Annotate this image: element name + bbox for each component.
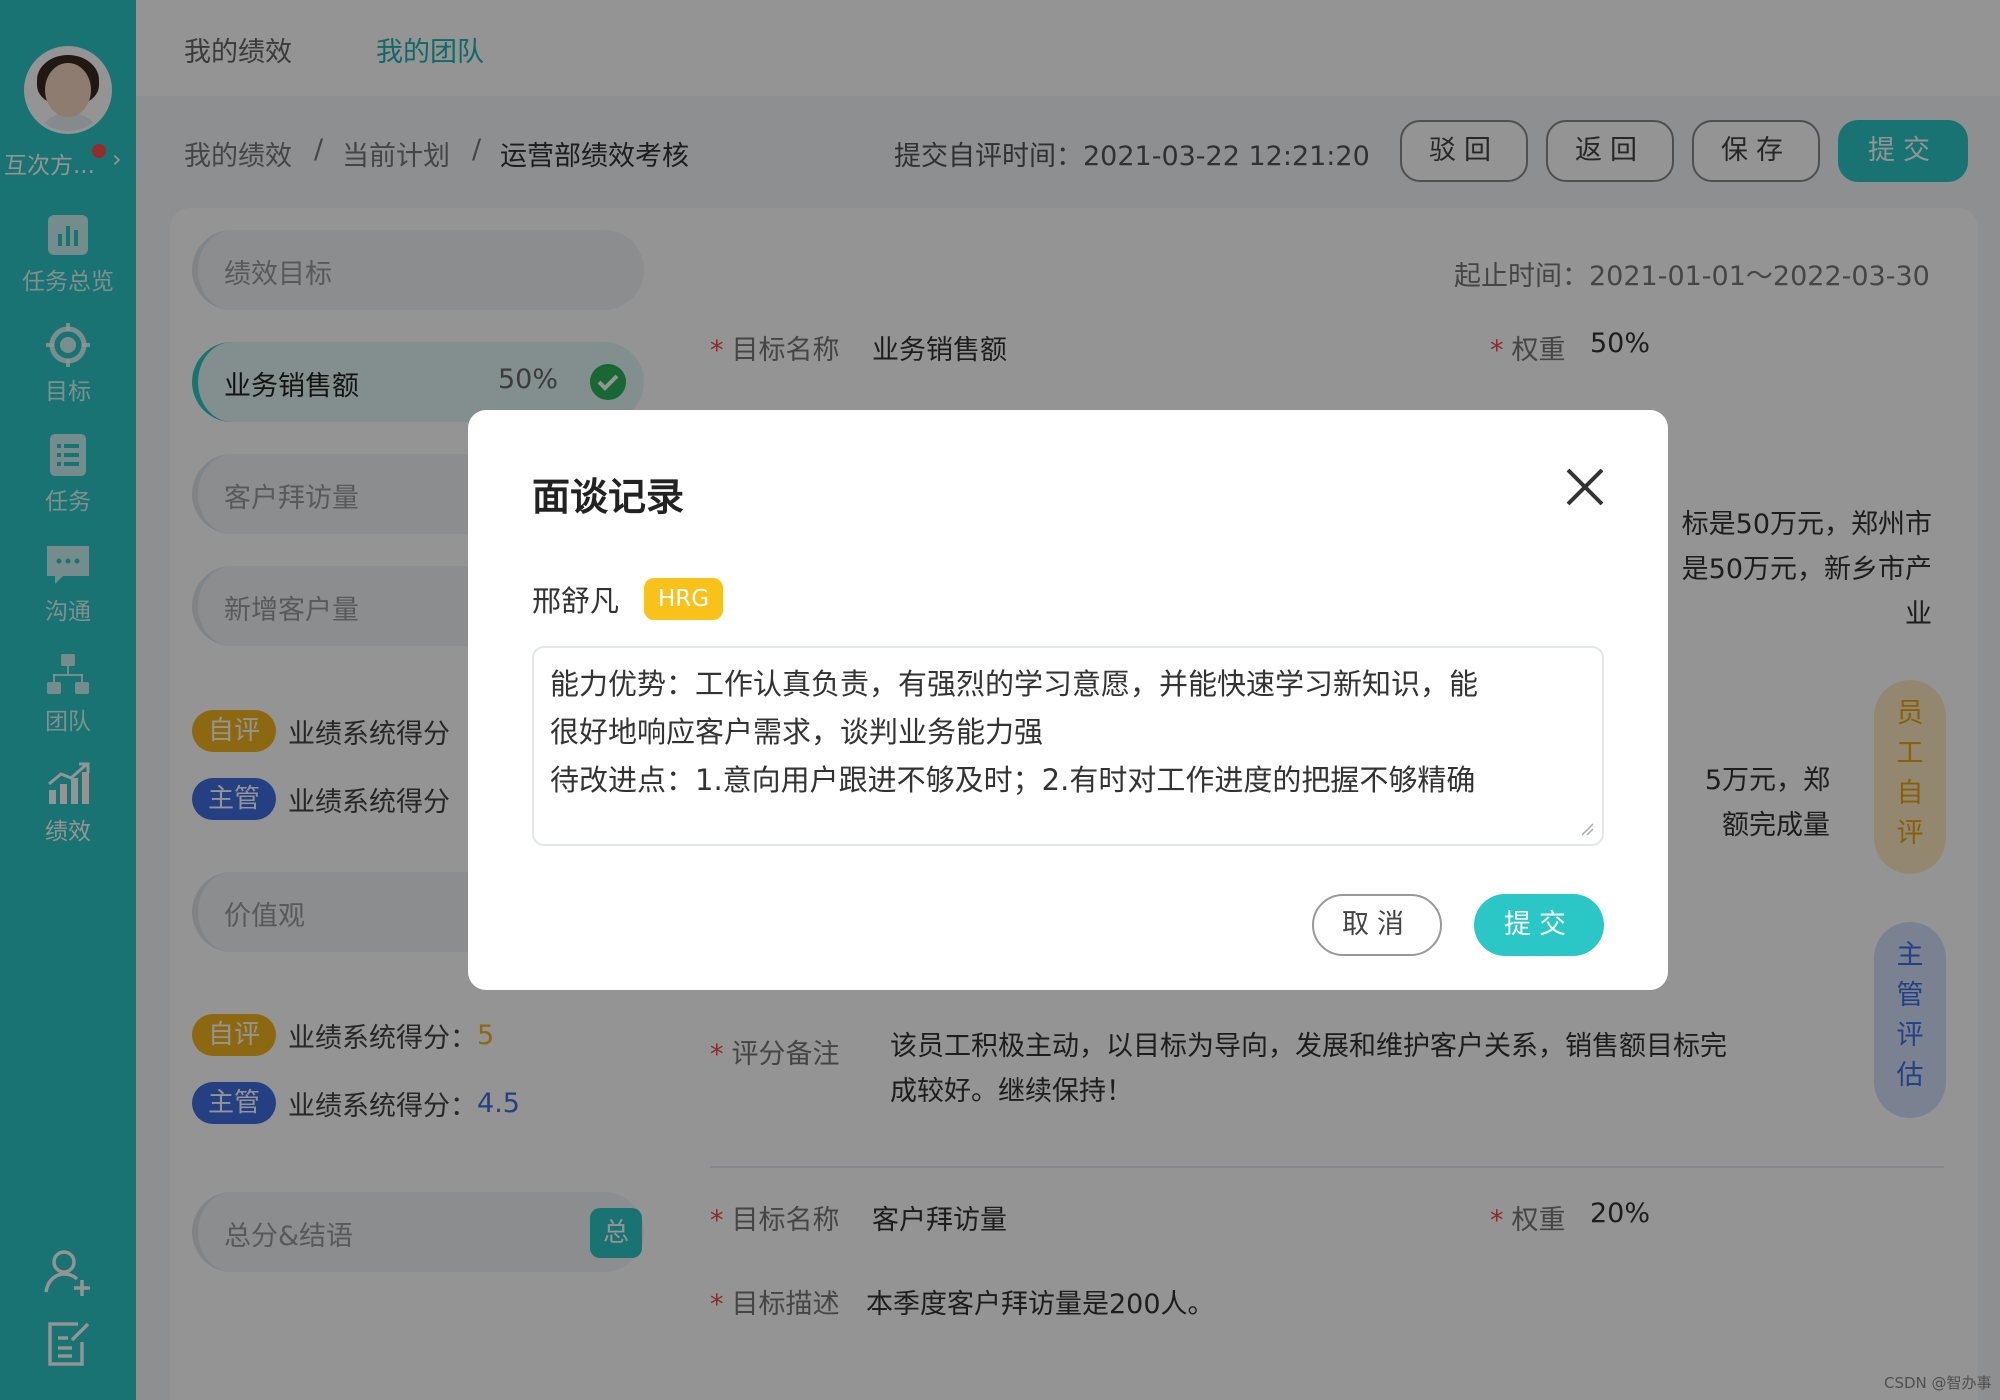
role-badge: HRG	[644, 578, 724, 620]
modal-title: 面谈记录	[532, 475, 685, 519]
interview-record-modal: 面谈记录 邢舒凡 HRG 能力优势：工作认真负责，有强烈的学习意愿，并能快速学习…	[468, 410, 1668, 990]
interviewee-name: 邢舒凡	[532, 584, 620, 618]
interview-notes-textarea[interactable]: 能力优势：工作认真负责，有强烈的学习意愿，并能快速学习新知识，能 很好地响应客户…	[532, 646, 1604, 846]
resize-handle-icon[interactable]	[1578, 820, 1594, 836]
close-icon[interactable]	[1558, 460, 1612, 514]
modal-submit-button[interactable]: 提交	[1474, 894, 1604, 956]
cancel-button[interactable]: 取消	[1312, 894, 1442, 956]
